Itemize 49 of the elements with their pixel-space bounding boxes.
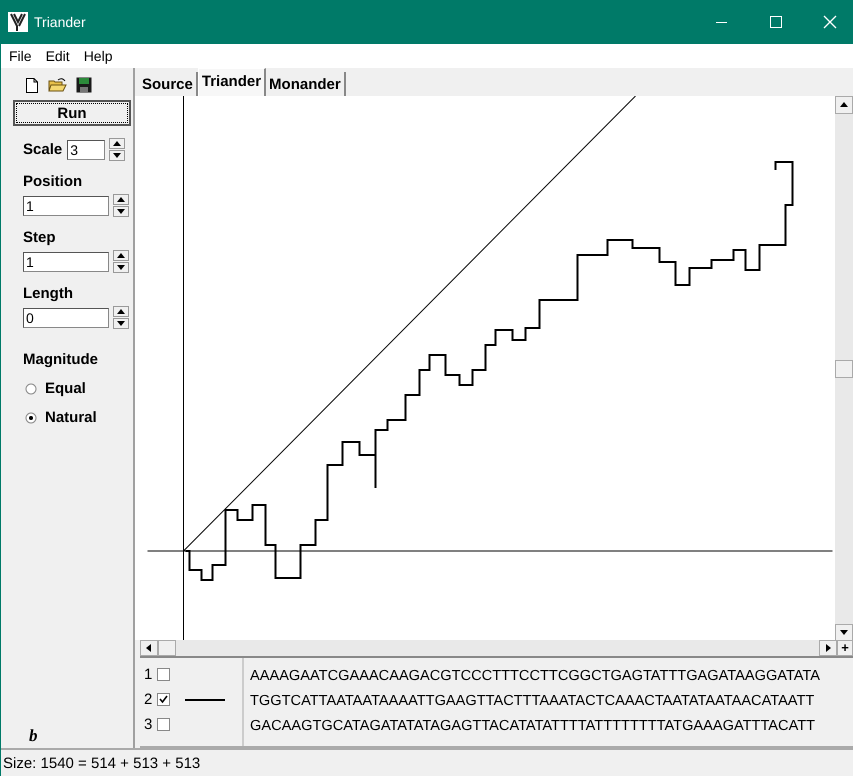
figure-label: b: [29, 726, 38, 746]
status-bar: Size: 1540 = 514 + 513 + 513: [1, 748, 853, 776]
row-number: 2: [144, 691, 152, 708]
radio-option[interactable]: Equal: [1, 374, 133, 403]
vertical-scrollbar[interactable]: [835, 96, 853, 640]
group-label: Magnitude: [22, 350, 99, 370]
checkbox[interactable]: [157, 693, 170, 706]
sequence-text: TGGTCATTAATAATAAAATTGAAGTTACTTTAAATACTCAAACTAATATAATAACATAATT: [250, 692, 816, 710]
tab[interactable]: Source: [139, 72, 198, 96]
row-number: 3: [144, 716, 152, 733]
spin-buttons[interactable]: [113, 194, 129, 217]
line-sample-icon: [185, 698, 226, 702]
scroll-up-button[interactable]: [835, 96, 853, 114]
scroll-thumb[interactable]: [835, 360, 853, 378]
row-number: 1: [144, 666, 152, 683]
spin-buttons[interactable]: [113, 306, 129, 329]
number-field[interactable]: 3: [67, 140, 106, 160]
new-file-icon[interactable]: [25, 76, 39, 94]
number-field[interactable]: 0: [23, 308, 109, 328]
field-label: Scale: [23, 141, 62, 158]
scroll-left-button[interactable]: [140, 640, 158, 656]
checkbox[interactable]: [157, 718, 170, 731]
menu-item[interactable]: Edit: [44, 48, 72, 64]
scroll-right-button[interactable]: [819, 640, 837, 656]
window-title: Triander: [34, 14, 87, 30]
radio-icon[interactable]: [25, 412, 37, 424]
plus-button[interactable]: +: [837, 640, 853, 656]
field-label: Step: [23, 229, 57, 246]
horizontal-scrollbar[interactable]: +: [140, 640, 853, 656]
spin-buttons[interactable]: [109, 138, 126, 161]
checkbox[interactable]: [157, 668, 170, 681]
open-folder-icon[interactable]: [48, 77, 67, 93]
menu-item[interactable]: File: [7, 48, 34, 64]
sequence-text: GACAAGTGCATAGATATATAGAGTTACATATATTTTATTTTTTTTATGAAAGATTTACATT: [250, 716, 816, 736]
field-label: Position: [23, 173, 84, 190]
sequence-text: AAAAGAATCGAAACAAGACGTCCCTTTCCTTCGGCTGAGTATTTGAGATAAGGATATA: [250, 666, 821, 686]
field-label: Length: [23, 285, 74, 302]
tab[interactable]: Triander: [198, 68, 266, 96]
app-icon: [8, 12, 28, 32]
number-field[interactable]: 1: [23, 252, 109, 272]
save-icon[interactable]: [76, 77, 92, 93]
spin-buttons[interactable]: [113, 250, 129, 273]
scroll-down-button[interactable]: [835, 624, 853, 642]
radio-option[interactable]: Natural: [1, 403, 133, 432]
run-button[interactable]: Run: [13, 100, 131, 126]
radio-icon[interactable]: [25, 382, 37, 394]
menu-item[interactable]: Help: [82, 48, 114, 64]
scroll-thumb[interactable]: [158, 640, 176, 656]
number-field[interactable]: 1: [23, 196, 109, 216]
